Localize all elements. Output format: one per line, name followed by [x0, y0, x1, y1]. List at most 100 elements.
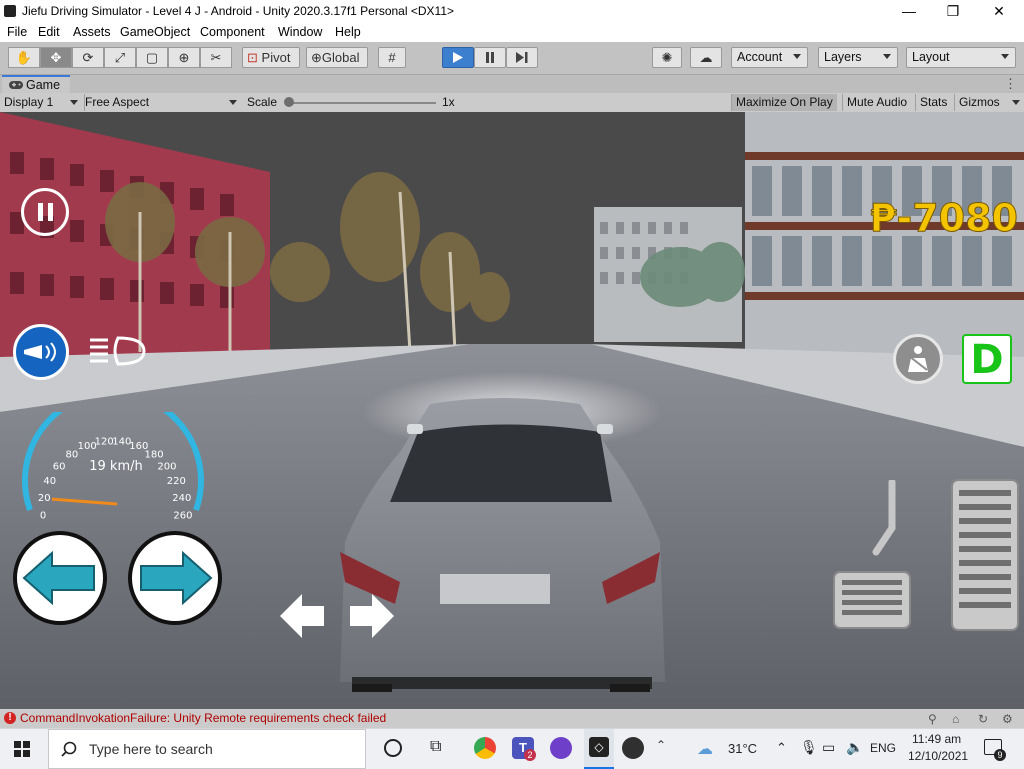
pivot-toggle[interactable]: ⊡ Pivot [242, 47, 300, 68]
global-toggle[interactable]: ⊕Global [306, 47, 368, 68]
show-hidden-icons-icon[interactable]: ⌃ [776, 740, 787, 756]
speedometer: 020406080100120140160180200220240260 19 … [22, 412, 204, 521]
menu-gameobject[interactable]: GameObject [120, 25, 190, 39]
collab-icon[interactable]: ✺ [652, 47, 682, 68]
rect-tool-icon[interactable]: ▢ [136, 47, 168, 68]
chrome-icon[interactable] [474, 737, 496, 759]
speed-tick-label: 40 [43, 476, 56, 487]
pause-icon [486, 52, 494, 63]
speed-tick-label: 200 [157, 461, 176, 472]
speed-tick-label: 120 [95, 437, 114, 448]
windows-start-icon[interactable] [14, 741, 30, 757]
console-status-bar[interactable]: ! CommandInvokationFailure: Unity Remote… [0, 709, 1024, 728]
aspect-label: Free Aspect [85, 95, 150, 109]
game-viewport[interactable]: ₱-7080 D 0 20 40 60 80 100 120 140 160 180 200 220 2… [0, 112, 1024, 709]
weather-icon: ☁ [697, 741, 713, 758]
menu-window[interactable]: Window [278, 25, 322, 39]
taskbar-search-box[interactable]: Type here to search [48, 729, 366, 769]
menu-bar: File Edit Assets GameObject Component Wi… [0, 22, 1024, 42]
menu-help[interactable]: Help [335, 25, 361, 39]
pause-game-button[interactable] [21, 188, 69, 236]
headlights-button[interactable] [88, 334, 148, 368]
steering-hint [280, 594, 394, 638]
unity-taskbar-button[interactable]: ◇ [584, 729, 614, 769]
gizmos-toggle[interactable]: Gizmos [954, 94, 1004, 111]
scale-slider-handle[interactable] [284, 97, 294, 107]
transform-tool-icon[interactable]: ⊕ [168, 47, 200, 68]
minimize-button[interactable]: — [886, 0, 932, 22]
maximize-on-play-toggle[interactable]: Maximize On Play [731, 94, 837, 111]
tab-game-label: Game [26, 78, 61, 92]
scale-tool-icon[interactable]: ⤢ [104, 47, 136, 68]
rotate-tool-icon[interactable]: ⟳ [72, 47, 104, 68]
mute-audio-toggle[interactable]: Mute Audio [842, 94, 911, 111]
cortana-icon[interactable] [384, 739, 402, 757]
step-button[interactable] [506, 47, 538, 68]
clock-date[interactable]: 12/10/2021 [908, 749, 968, 763]
gamepad-icon [9, 81, 23, 89]
maximize-button[interactable]: ❐ [930, 0, 976, 22]
menu-file[interactable]: File [7, 25, 27, 39]
white-arrow-right-icon [350, 594, 394, 638]
error-icon: ! [4, 712, 16, 724]
account-dropdown[interactable]: Account [731, 47, 808, 68]
steer-right-button[interactable] [128, 531, 222, 625]
volume-icon[interactable]: 🔈 [846, 739, 863, 756]
taskbar-overflow-icon[interactable]: ⌃ [656, 738, 666, 752]
weather-temp[interactable]: 31°C [728, 741, 757, 756]
github-desktop-icon[interactable] [550, 737, 572, 759]
horn-button[interactable] [13, 324, 69, 380]
language-indicator[interactable]: ENG [870, 741, 896, 755]
layers-label: Layers [824, 50, 862, 64]
menu-component[interactable]: Component [200, 25, 265, 39]
auto-generate-icon[interactable]: ⚙ [1002, 712, 1013, 726]
clock-time[interactable]: 11:49 am [912, 732, 961, 746]
brake-pedal[interactable] [832, 480, 918, 630]
cloud-icon[interactable]: ☁ [690, 47, 722, 68]
status-message[interactable]: CommandInvokationFailure: Unity Remote r… [20, 711, 386, 725]
scale-slider-track[interactable] [288, 102, 436, 104]
move-tool-icon[interactable]: ✥ [40, 47, 72, 68]
speed-tick-label: 0 [40, 510, 46, 521]
teams-badge: 2 [524, 749, 536, 761]
task-view-icon[interactable]: ⧉ [430, 738, 441, 756]
display-select[interactable]: Display 1 [4, 94, 80, 111]
play-button[interactable] [442, 47, 474, 68]
aspect-select[interactable]: Free Aspect [84, 94, 240, 111]
layers-dropdown[interactable]: Layers [818, 47, 898, 68]
bug-icon[interactable]: ⚲ [928, 712, 937, 726]
custom-tool-icon[interactable]: ✂ [200, 47, 232, 68]
layout-dropdown[interactable]: Layout [906, 47, 1016, 68]
sync-icon[interactable]: ↻ [978, 712, 988, 726]
money-display: ₱-7080 [870, 196, 1019, 241]
speed-needle [51, 497, 118, 506]
menu-assets[interactable]: Assets [73, 25, 111, 39]
grid-snap-icon[interactable]: # [378, 47, 406, 68]
speed-tick-label: 20 [38, 493, 51, 504]
seatbelt-button[interactable] [893, 334, 943, 384]
steer-left-button[interactable] [13, 531, 107, 625]
gear-indicator[interactable]: D [962, 334, 1012, 384]
chevron-down-icon[interactable] [1012, 100, 1020, 105]
step-icon [516, 52, 528, 63]
obs-icon[interactable] [622, 737, 644, 759]
account-label: Account [737, 50, 783, 64]
tab-game[interactable]: Game [2, 75, 70, 93]
headlight-icon [90, 336, 146, 366]
chevron-down-icon [793, 54, 801, 59]
hand-tool-icon[interactable]: ✋ [8, 47, 40, 68]
pivot-label: Pivot [261, 50, 291, 65]
microphone-icon[interactable]: 🎙 [800, 739, 818, 756]
pause-button[interactable] [474, 47, 506, 68]
accelerator-pedal[interactable] [950, 478, 1020, 632]
speed-tick-label: 60 [53, 461, 66, 472]
graphics-icon[interactable]: ⌂ [952, 712, 959, 726]
menu-edit[interactable]: Edit [38, 25, 60, 39]
game-view-toolbar: Display 1 Free Aspect Scale 1x Maximize … [0, 93, 1024, 113]
more-options-icon[interactable]: ⋮ [1004, 76, 1017, 92]
network-icon[interactable]: ▭ [822, 739, 835, 756]
speed-tick-label: 180 [145, 449, 164, 460]
close-button[interactable]: ✕ [976, 0, 1022, 22]
pause-icon [38, 203, 43, 221]
stats-toggle[interactable]: Stats [915, 94, 951, 111]
